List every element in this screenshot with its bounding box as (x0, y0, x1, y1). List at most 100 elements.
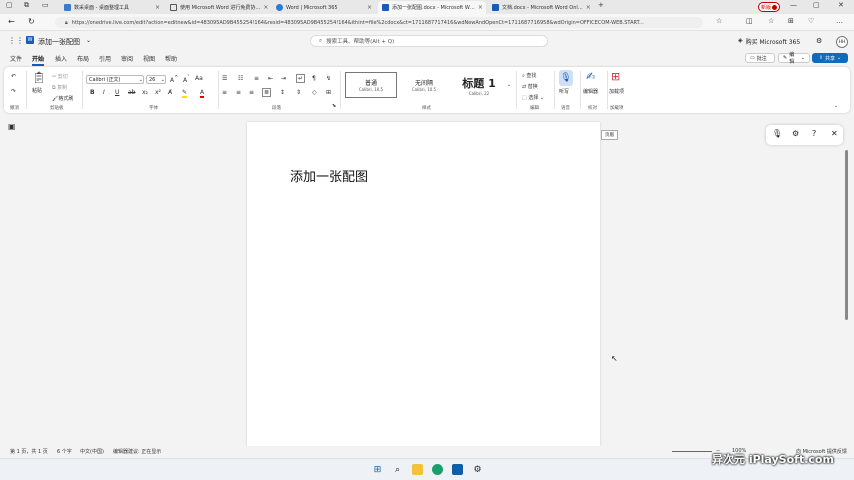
align-right-icon[interactable]: ≡ (249, 89, 254, 96)
help-icon[interactable]: ? (812, 129, 816, 138)
replace-button[interactable]: ⇄ 替换 (522, 83, 538, 90)
address-bar[interactable]: 🔒︎ https://onedrive.live.com/edit?action… (55, 17, 703, 28)
close-tab-icon[interactable]: × (155, 4, 160, 11)
header-badge[interactable]: 页眉 (601, 130, 618, 140)
back-icon[interactable]: ← (8, 17, 15, 26)
decrease-indent-icon[interactable]: ⇤ (268, 75, 273, 82)
settings-gear-icon[interactable]: ⚙ (792, 129, 799, 138)
shading-icon[interactable]: ◇ (312, 89, 317, 96)
new-version-badge[interactable]: 新版 (758, 2, 780, 12)
tab-file[interactable]: 文件 (10, 54, 22, 63)
workspaces-icon[interactable]: ▢ (6, 1, 13, 9)
more-menu-icon[interactable]: … (836, 17, 843, 25)
superscript-icon[interactable]: x² (155, 89, 161, 96)
clear-format-icon[interactable]: A̸ (168, 89, 172, 96)
tab-home[interactable]: 开始 (32, 54, 45, 66)
paste-button[interactable]: 粘贴 (32, 87, 42, 94)
microphone-icon[interactable]: 🎙︎ (559, 70, 573, 86)
close-icon[interactable]: ✕ (831, 129, 838, 138)
word-count[interactable]: 6 个字 (57, 448, 72, 455)
close-tab-icon[interactable]: × (586, 4, 591, 11)
tab-view[interactable]: 视图 (143, 54, 155, 63)
title-dropdown-icon[interactable]: ⌄ (86, 37, 91, 44)
addins-button[interactable]: 加载项 (609, 88, 624, 95)
rtl-icon[interactable]: ¶ (312, 75, 316, 82)
microphone-icon[interactable]: 🎙︎ (772, 129, 782, 138)
navigation-pane-icon[interactable]: ▣ (8, 122, 16, 131)
font-name-select[interactable]: Calibri (正文) ⌄ (86, 75, 144, 84)
increase-indent-icon[interactable]: ⇥ (281, 75, 286, 82)
justify-icon[interactable]: ≣ (262, 88, 272, 97)
vertical-scrollbar[interactable] (845, 150, 848, 320)
avatar[interactable]: HH (836, 36, 848, 48)
tab-help[interactable]: 帮助 (165, 54, 177, 63)
collections-icon[interactable]: ⊞ (788, 17, 794, 25)
zoom-slider[interactable] (672, 451, 712, 452)
font-size-select[interactable]: 26 ⌄ (146, 75, 166, 84)
extensions-icon[interactable]: ♡ (808, 17, 814, 25)
font-color-icon[interactable]: A (200, 89, 205, 98)
search-input[interactable]: ⌕ 搜索工具、帮助等(Alt + Q) (310, 35, 548, 47)
subscript-icon[interactable]: x₂ (142, 89, 148, 96)
favorite-star-icon[interactable]: ☆ (716, 17, 722, 25)
numbering-icon[interactable]: ☷ (238, 75, 243, 82)
styles-pane-icon[interactable]: ↯ (326, 75, 331, 82)
search-icon[interactable]: ⌕ (392, 464, 403, 475)
addins-icon[interactable]: ⊞ (611, 70, 620, 83)
paragraph-dialog-icon[interactable]: ⬊ (332, 103, 336, 109)
dictate-button[interactable]: 听写 (559, 88, 569, 95)
comments-button[interactable]: ▭ 批注 (745, 53, 775, 63)
store-icon[interactable] (452, 464, 463, 475)
multilevel-list-icon[interactable]: ≡ (254, 75, 259, 82)
highlight-icon[interactable]: ✎ (182, 89, 188, 98)
new-tab-icon[interactable]: + (598, 1, 604, 9)
change-case-icon[interactable]: Aa (195, 75, 203, 82)
tab-review[interactable]: 审阅 (121, 54, 133, 63)
minimize-icon[interactable]: — (790, 1, 797, 9)
format-painter-button[interactable]: 🖌︎格式刷 (52, 95, 73, 102)
edge-browser-icon[interactable] (432, 464, 443, 475)
paragraph-spacing-icon[interactable]: ⇕ (296, 89, 301, 96)
editor-icon[interactable]: ✍︎ (586, 70, 595, 83)
split-screen-icon[interactable]: ◫ (746, 17, 753, 25)
settings-gear-icon[interactable]: ⚙ (816, 37, 822, 45)
close-tab-icon[interactable]: × (367, 4, 372, 11)
bullets-icon[interactable]: ☰ (222, 75, 227, 82)
tab-current-doc[interactable]: 添加一张配图.docx - Microsoft W… × (378, 1, 486, 14)
shrink-font-icon[interactable]: Aˇ (183, 75, 190, 84)
select-button[interactable]: ⬚ 选择 ⌄ (522, 94, 544, 101)
style-normal[interactable]: 普通 Calibri, 10.5 (345, 72, 397, 98)
document-title[interactable]: 添加一张配图 (38, 37, 80, 47)
close-tab-icon[interactable]: × (263, 4, 268, 11)
windows-start-icon[interactable]: ⊞ (372, 464, 383, 475)
styles-expand-icon[interactable]: ⌄ (507, 82, 511, 88)
line-spacing-icon[interactable]: ↕ (280, 89, 285, 96)
refresh-icon[interactable]: ↻ (28, 17, 35, 26)
buy-m365-button[interactable]: ◈ 购买 Microsoft 365 (738, 37, 800, 46)
tab-desktop-tool[interactable]: 数采桌面 - 桌面整理工具 × (60, 1, 164, 14)
settings-gear-icon[interactable]: ⚙ (472, 464, 483, 475)
document-body-text[interactable]: 添加一张配图 (290, 166, 368, 185)
paste-icon[interactable]: 📋︎ (32, 71, 46, 84)
borders-icon[interactable]: ⊞ (326, 89, 331, 96)
file-explorer-icon[interactable] (412, 464, 423, 475)
ribbon-collapse-icon[interactable]: ⌄ (834, 103, 838, 109)
tab-word-365[interactable]: Word | Microsoft 365 × (272, 1, 376, 14)
editor-suggestions-status[interactable]: 编辑器建议: 正在显示 (113, 448, 161, 455)
tab-doc-online[interactable]: 文档.docx - Microsoft Word Onl… × (488, 1, 594, 14)
style-heading-1[interactable]: 标题 1 Calibri, 22 (453, 72, 505, 98)
favorites-icon[interactable]: ☆ (768, 17, 774, 25)
close-window-icon[interactable]: ✕ (838, 1, 844, 9)
close-tab-icon[interactable]: × (478, 4, 483, 11)
editor-button[interactable]: 编辑器 (583, 88, 598, 95)
copy-button[interactable]: ⧉ 复制 (52, 84, 67, 91)
language-status[interactable]: 中文(中国) (80, 448, 104, 455)
share-button[interactable]: ⇪ 共享 ⌄ (812, 53, 848, 63)
tab-references[interactable]: 引用 (99, 54, 111, 63)
style-no-spacing[interactable]: 无间隔 Calibri, 10.5 (399, 72, 449, 98)
find-button[interactable]: ⌕ 查找 (522, 72, 536, 79)
cut-button[interactable]: ✂ 剪切 (52, 73, 68, 80)
grow-font-icon[interactable]: A^ (170, 75, 178, 84)
tab-word-free[interactable]: 使用 Microsoft Word 进行免费协… × (166, 1, 270, 14)
vertical-tabs-icon[interactable]: ▭ (42, 1, 49, 9)
